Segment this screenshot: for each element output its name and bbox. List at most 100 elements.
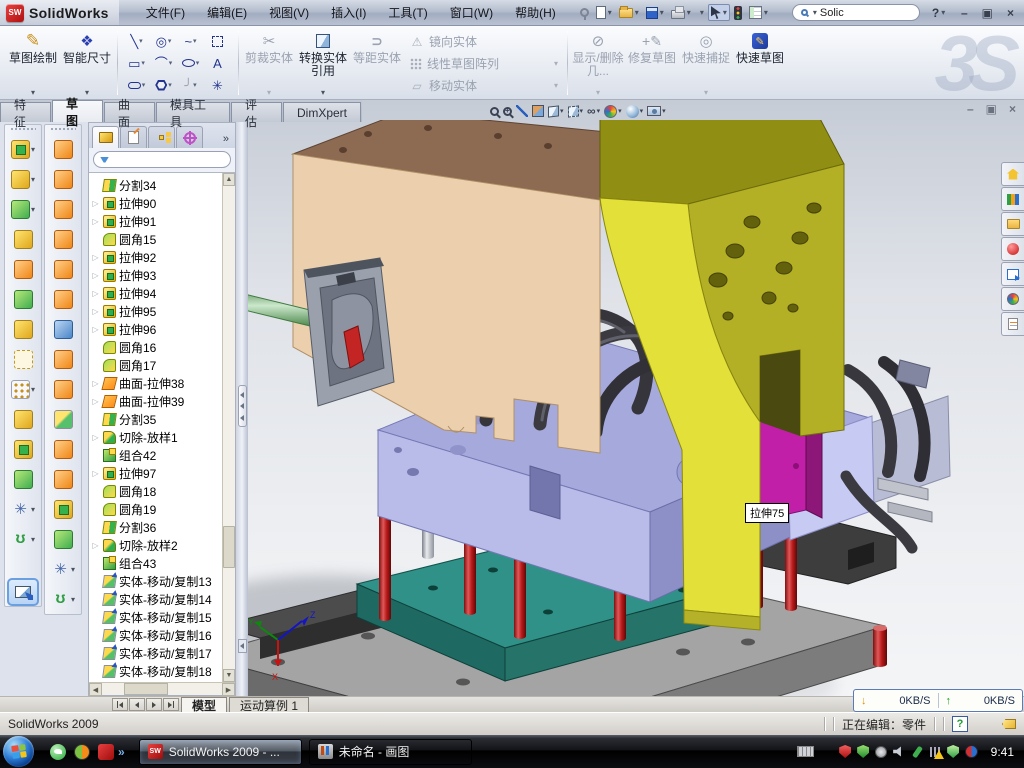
tab-nav-next-button[interactable] (146, 698, 162, 711)
tab-DimXpert[interactable]: DimXpert (283, 102, 361, 122)
start-button[interactable] (3, 736, 34, 767)
shield-plus-tray-icon[interactable] (946, 744, 961, 759)
model-canvas[interactable]: φ (248, 120, 1024, 696)
trim-button[interactable]: ✂剪裁实体▾ (242, 29, 296, 97)
search-input-value[interactable]: Solic (820, 7, 844, 19)
tree-item[interactable]: 圆角17 (91, 356, 222, 374)
close-button[interactable]: × (1007, 7, 1014, 19)
view-settings-caret-icon[interactable]: ▾ (640, 107, 644, 115)
filled-surface-button[interactable] (45, 224, 81, 254)
display-delete-button[interactable]: ⊘显示/删除几...▾ (571, 29, 625, 97)
tree-item[interactable]: 圆角15 (91, 230, 222, 248)
extruded-cut-button[interactable] (5, 284, 41, 314)
menu-视图(V)[interactable]: 视图(V) (258, 0, 320, 25)
hole-wizard-button[interactable] (5, 344, 41, 374)
document-restore-button[interactable]: ▣ (986, 102, 997, 116)
fillet-caret-icon[interactable]: ▾ (31, 205, 35, 214)
splitter-collapse-button[interactable] (238, 639, 247, 653)
scroll-down-button[interactable]: ▼ (223, 669, 235, 682)
expand-arrow-icon[interactable]: ▷ (91, 271, 100, 280)
view-orientation-caret-icon[interactable]: ▾ (560, 107, 564, 115)
document-close-button[interactable]: × (1009, 102, 1016, 116)
circle-tool[interactable]: ◎▾ (150, 30, 177, 52)
quick-snaps-caret-icon[interactable]: ▾ (704, 88, 708, 97)
tab-特征[interactable]: 特征 (0, 102, 51, 122)
instant3d-button[interactable] (7, 578, 39, 606)
splitter-handle[interactable] (238, 385, 247, 427)
reference-geometry-caret-icon[interactable]: ▾ (71, 565, 75, 574)
expand-arrow-icon[interactable]: ▷ (91, 289, 100, 298)
section-view-button[interactable] (532, 102, 544, 120)
undercut-analysis-button[interactable] (45, 344, 81, 374)
linear-pattern-button[interactable]: ▾ (5, 374, 41, 404)
reference-geometry-caret-icon[interactable]: ▾ (31, 505, 35, 514)
menu-帮助(H)[interactable]: 帮助(H) (504, 0, 567, 25)
tree-item[interactable]: ▷拉伸92 (91, 248, 222, 266)
shut-off-surfaces-button[interactable] (45, 434, 81, 464)
minimize-button[interactable]: – (961, 7, 968, 19)
update-badge-tray-icon[interactable] (874, 744, 889, 759)
undo-button[interactable]: ▾ (695, 6, 707, 19)
sync-badge-tray-icon[interactable] (964, 744, 979, 759)
circle-caret-icon[interactable]: ▾ (168, 37, 172, 45)
expand-arrow-icon[interactable]: ▷ (91, 433, 100, 442)
curve-caret-icon[interactable]: ▾ (31, 535, 35, 544)
repair-sketch-button[interactable]: +✎修复草图 (625, 29, 679, 97)
camera-caret-icon[interactable]: ▾ (662, 107, 666, 115)
print-button[interactable]: ▾ (668, 4, 694, 21)
slot-caret-icon[interactable]: ▾ (142, 81, 146, 89)
curve-button[interactable]: ʊ▾ (5, 524, 41, 554)
rapid-sketch-button[interactable]: ✎快速草图 (733, 29, 787, 97)
apply-scene-caret-icon[interactable]: ▾ (618, 107, 622, 115)
tooling-split-button[interactable] (45, 494, 81, 524)
view-settings-button[interactable]: ▾ (626, 102, 644, 120)
panel-tabs-overflow[interactable]: » (223, 133, 233, 148)
phone-tray-icon[interactable] (910, 744, 925, 759)
tree-item[interactable]: ▷拉伸90 (91, 194, 222, 212)
chamfer-button[interactable] (5, 314, 41, 344)
split-line-button[interactable] (45, 374, 81, 404)
tab-nav-last-button[interactable] (163, 698, 179, 711)
scroll-up-button[interactable]: ▲ (223, 173, 235, 186)
linear-pattern-caret-icon[interactable]: ▾ (31, 385, 35, 394)
messenger-quicklaunch-button[interactable] (50, 744, 66, 760)
tree-item[interactable]: ▷曲面-拉伸39 (91, 392, 222, 410)
expand-arrow-icon[interactable]: ▷ (91, 253, 100, 262)
curve-button[interactable]: ʊ▾ (45, 584, 81, 614)
document-minimize-button[interactable]: – (967, 102, 974, 116)
tree-item[interactable]: ▷拉伸97 (91, 464, 222, 482)
status-help-button[interactable]: ? (952, 716, 968, 732)
extend-surface-button[interactable] (45, 164, 81, 194)
taskpane-tab-custom-properties[interactable] (1001, 312, 1024, 336)
filter-input[interactable] (93, 151, 231, 168)
radiate-surface-button[interactable] (45, 254, 81, 284)
taskpane-tab-view-palette[interactable] (1001, 262, 1024, 286)
display-style-caret-icon[interactable]: ▾ (580, 107, 584, 115)
quick-launch-more-button[interactable]: » (118, 745, 125, 759)
menu-插入(I)[interactable]: 插入(I) (320, 0, 377, 25)
input-keyboard-icon[interactable] (797, 746, 814, 757)
rib-button[interactable] (5, 404, 41, 434)
select-button[interactable]: ▾ (708, 4, 730, 21)
pin-button[interactable] (577, 6, 592, 19)
view-orientation-button[interactable]: ▾ (548, 102, 564, 120)
slot-tool[interactable]: ▾ (123, 74, 150, 96)
taskpane-tab-solidworks-resources[interactable] (1001, 162, 1024, 186)
fillet-button[interactable]: ▾ (5, 194, 41, 224)
tree-item[interactable]: 分割36 (91, 518, 222, 536)
ellipse-tool[interactable]: ▾ (177, 52, 204, 74)
graphics-viewport[interactable]: φ (248, 100, 1024, 696)
volume-tray-icon[interactable] (892, 744, 907, 759)
tree-item[interactable]: 分割34 (91, 176, 222, 194)
save-caret-icon[interactable]: ▾ (660, 8, 664, 17)
taskbar-button-solidworks[interactable]: SWSolidWorks 2009 - ... (139, 739, 302, 765)
tree-item[interactable]: 组合43 (91, 554, 222, 572)
tree-item[interactable]: ▷切除-放样2 (91, 536, 222, 554)
help-caret-icon[interactable]: ▾ (941, 8, 945, 17)
display-delete-caret-icon[interactable]: ▾ (596, 88, 600, 97)
ellipse-caret-icon[interactable]: ▾ (196, 59, 200, 67)
tree-item[interactable]: ▷拉伸93 (91, 266, 222, 284)
tree-item[interactable]: ▷拉伸91 (91, 212, 222, 230)
menu-工具(T)[interactable]: 工具(T) (377, 0, 438, 25)
select-caret-icon[interactable]: ▾ (723, 8, 727, 17)
